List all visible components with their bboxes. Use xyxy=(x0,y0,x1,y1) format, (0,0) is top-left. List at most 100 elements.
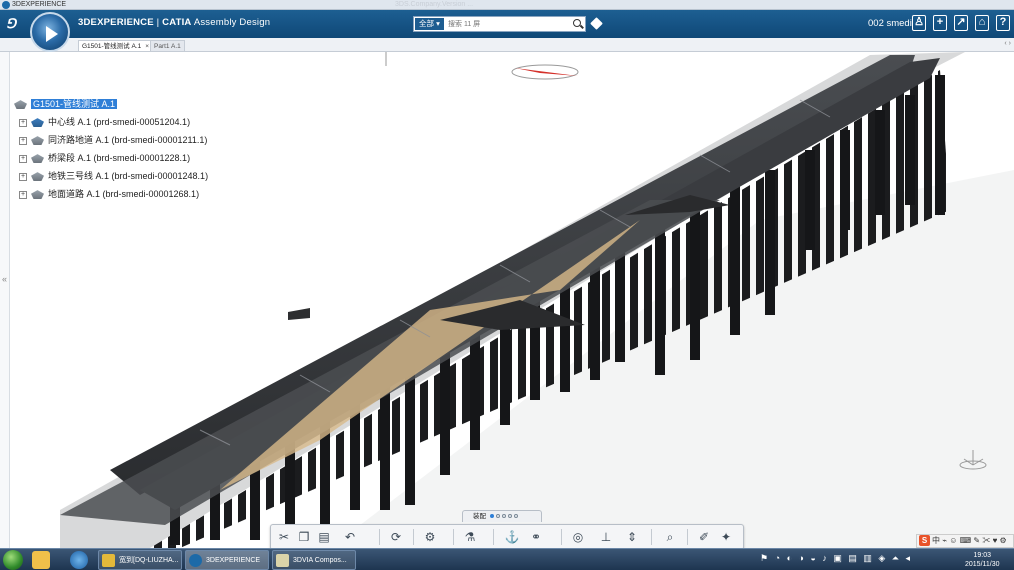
task-app-icon xyxy=(189,554,202,567)
stub-beam xyxy=(288,308,310,320)
plus-icon[interactable]: + xyxy=(933,15,947,31)
toolbar-separator xyxy=(453,529,454,545)
section-dot[interactable] xyxy=(501,514,506,519)
product-icon xyxy=(31,172,44,182)
paste-icon[interactable]: ▤ xyxy=(315,528,333,546)
constraint-icon[interactable]: ⚭ xyxy=(527,528,545,546)
window-title-bar: 3DEXPERIENCE 3DS.Company.Version ... xyxy=(0,0,1014,10)
tag-icon[interactable] xyxy=(590,17,603,30)
axis-icon[interactable]: ⊥ xyxy=(597,528,615,546)
section-dot[interactable] xyxy=(507,514,512,519)
user-name[interactable]: 002 smedi xyxy=(868,18,912,29)
product-icon xyxy=(31,190,44,200)
expand-icon[interactable]: + xyxy=(19,118,27,127)
expand-icon[interactable]: + xyxy=(19,154,27,163)
product-icon xyxy=(31,136,44,146)
toolbar-separator xyxy=(561,529,562,545)
snap-icon[interactable]: ◎ xyxy=(569,528,587,546)
tree-node-label[interactable]: 地面道路 A.1 (brd-smedi-00001268.1) xyxy=(48,189,199,199)
app-name: Assembly Design xyxy=(193,17,271,28)
copy-icon[interactable]: ❐ xyxy=(295,528,313,546)
product-label: CATIA xyxy=(162,17,192,28)
system-tray[interactable]: ⚑ ◔ ◐ ◑ ◒ ♪ ▣ ▤ ▥ ◈ ⏶ ◂ xyxy=(760,553,912,567)
action-bar: ✂ ❐ ▤ ↶ ⟳ ⚙ ⚗ ⚓ ⚭ ◎ ⊥ ⇕ ⌕ ✐ ✦ xyxy=(270,524,744,548)
expand-icon[interactable]: + xyxy=(19,172,27,181)
browser-icon[interactable] xyxy=(70,551,88,569)
tab-part1[interactable]: Part1 A.1 xyxy=(150,40,185,51)
tree-node-bridge[interactable]: + 桥梁段 A.1 (brd-smedi-00001228.1) xyxy=(14,149,208,167)
section-dot[interactable] xyxy=(495,514,500,519)
clock[interactable]: 19:03 2015/11/30 xyxy=(965,551,1000,569)
help-icon[interactable]: ? xyxy=(996,15,1010,31)
splitter-handle[interactable] xyxy=(385,52,387,66)
tree-node-label[interactable]: 中心线 A.1 (prd-smedi-00051204.1) xyxy=(48,117,190,127)
taskbar-item-active[interactable]: 3DEXPERIENCE xyxy=(185,550,269,570)
ime-toolbar[interactable]: S中 ⌁ ☺ ⌨ ✎ ✂ ♥ ⚙ xyxy=(916,534,1014,548)
play-icon xyxy=(46,26,58,42)
insert-icon[interactable]: ⚗ xyxy=(461,528,479,546)
3d-viewport[interactable]: « G1501-管线测试 A.1 + 中心线 A.1 (prd-smedi-000… xyxy=(0,52,1014,548)
explode-icon[interactable]: ✦ xyxy=(717,528,735,546)
assembly-icon[interactable]: ⚙ xyxy=(421,528,439,546)
measure-icon[interactable]: ✐ xyxy=(695,528,713,546)
robot-orientation-icon[interactable] xyxy=(958,447,988,471)
expand-icon[interactable]: + xyxy=(19,136,27,145)
expand-icon[interactable]: + xyxy=(19,190,27,199)
tree-node-centerline[interactable]: + 中心线 A.1 (prd-smedi-00051204.1) xyxy=(14,113,208,131)
tab-g1501[interactable]: G1501-管线测试 A.1 × xyxy=(78,40,154,51)
close-icon[interactable]: × xyxy=(145,43,149,50)
undo-icon[interactable]: ↶ xyxy=(341,528,359,546)
window-title: 3DEXPERIENCE xyxy=(12,1,67,8)
toolbar-separator xyxy=(413,529,414,545)
product-icon xyxy=(14,100,27,110)
clock-time: 19:03 xyxy=(973,552,992,559)
home-icon[interactable]: ⌂ xyxy=(975,15,989,31)
taskbar: 宽到[DQ-LIUZHA... 3DEXPERIENCE 3DVIA Compo… xyxy=(0,548,1014,570)
clock-date: 2015/11/30 xyxy=(965,561,1000,568)
tree-node-label[interactable]: 地铁三号线 A.1 (brd-smedi-00001248.1) xyxy=(48,171,208,181)
taskbar-item[interactable]: 3DVIA Compos... xyxy=(272,550,356,570)
search-input[interactable] xyxy=(448,17,568,31)
tab-label: G1501-管线测试 A.1 xyxy=(82,43,142,50)
cut-icon[interactable]: ✂ xyxy=(275,528,293,546)
compass-button[interactable] xyxy=(30,12,70,52)
tree-node-road[interactable]: + 地面道路 A.1 (brd-smedi-00001268.1) xyxy=(14,185,208,203)
task-app-icon xyxy=(102,554,115,567)
tree-node-metro[interactable]: + 地铁三号线 A.1 (brd-smedi-00001248.1) xyxy=(14,167,208,185)
tree-root-label[interactable]: G1501-管线测试 A.1 xyxy=(31,99,118,109)
taskbar-item[interactable]: 宽到[DQ-LIUZHA... xyxy=(98,550,182,570)
tree-node-label[interactable]: 同济路地道 A.1 (brd-smedi-00001211.1) xyxy=(48,135,207,145)
share-icon[interactable]: ↗ xyxy=(954,15,968,31)
top-bar: ⅁ 3DEXPERIENCE | CATIA Assembly Design 全… xyxy=(0,10,1014,52)
section-dot[interactable] xyxy=(513,514,518,519)
ime-text[interactable]: 中 ⌁ ☺ ⌨ ✎ ✂ ♥ ⚙ xyxy=(932,536,1007,545)
search-icon[interactable] xyxy=(573,19,581,27)
action-bar-tabs[interactable]: 装配 xyxy=(462,510,542,522)
tree-node-label[interactable]: 桥梁段 A.1 (brd-smedi-00001228.1) xyxy=(48,153,190,163)
tree-node-tunnel[interactable]: + 同济路地道 A.1 (brd-smedi-00001211.1) xyxy=(14,131,208,149)
ds-logo-icon: ⅁ xyxy=(6,16,17,31)
search-scope-dropdown[interactable]: 全部 ▾ xyxy=(415,18,444,30)
specification-tree: G1501-管线测试 A.1 + 中心线 A.1 (prd-smedi-00051… xyxy=(14,95,208,203)
update-icon[interactable]: ⟳ xyxy=(387,528,405,546)
title-separator: | xyxy=(153,17,163,28)
tab-bar: G1501-管线测试 A.1 × Part1 A.1 ‹ › xyxy=(0,38,1014,52)
tab-scroll-arrows[interactable]: ‹ › xyxy=(1004,40,1011,47)
left-panel-edge[interactable]: « xyxy=(0,52,10,548)
tab-label: Part1 A.1 xyxy=(154,43,181,50)
compass-icon[interactable]: ⇕ xyxy=(623,528,641,546)
toolbar-separator xyxy=(379,529,380,545)
user-icon[interactable]: ♙ xyxy=(912,15,926,31)
search-box: 全部 ▾ xyxy=(413,16,586,32)
explorer-icon[interactable] xyxy=(32,551,50,569)
toolbar-separator xyxy=(651,529,652,545)
start-button[interactable] xyxy=(3,550,23,570)
fix-icon[interactable]: ⚓ xyxy=(503,528,521,546)
app-title: 3DEXPERIENCE | CATIA Assembly Design xyxy=(78,17,270,28)
collapse-arrow-icon[interactable]: « xyxy=(2,274,7,284)
zoom-icon[interactable]: ⌕ xyxy=(661,528,679,546)
section-dot[interactable] xyxy=(489,514,494,519)
tree-root[interactable]: G1501-管线测试 A.1 xyxy=(14,95,208,113)
part-icon xyxy=(31,118,44,128)
action-bar-tab-label[interactable]: 装配 xyxy=(473,513,486,520)
